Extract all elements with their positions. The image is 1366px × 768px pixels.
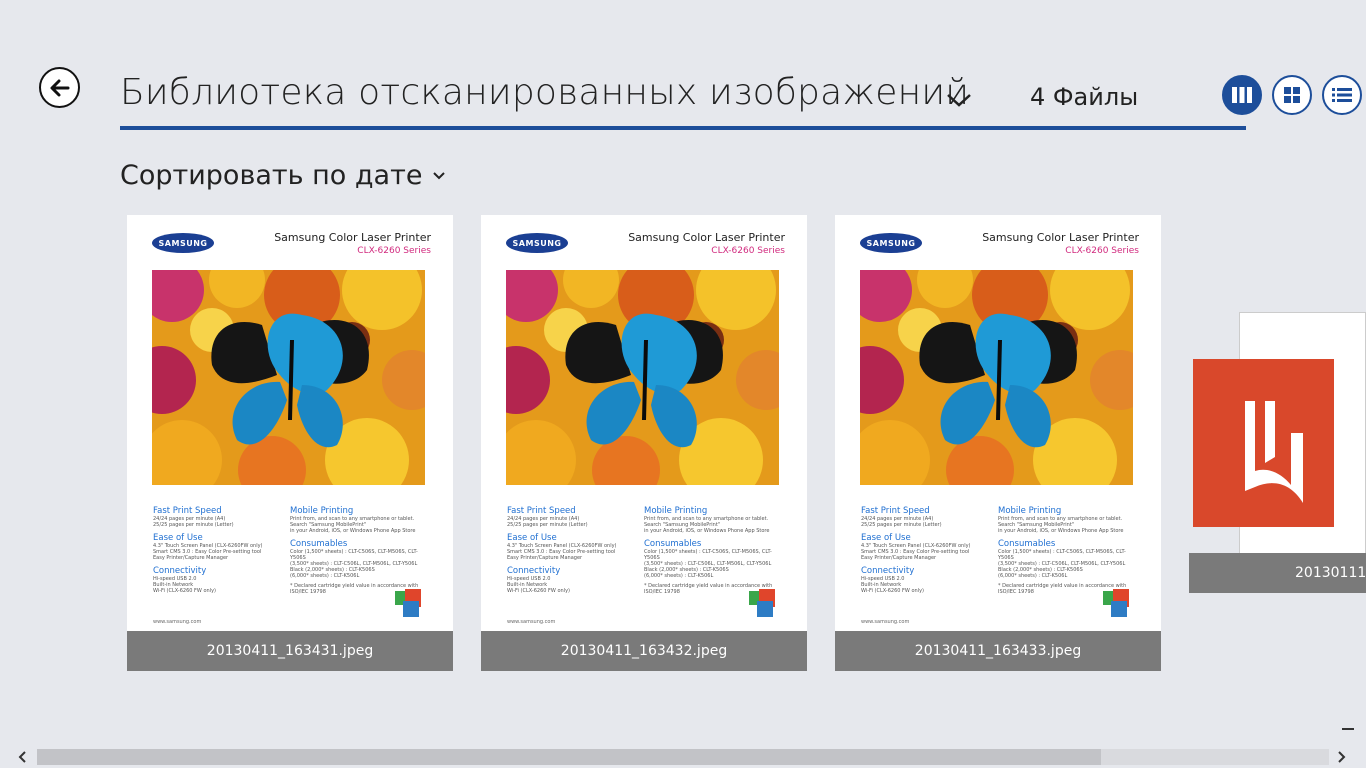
doc-left-column: Fast Print Speed 24/24 pages per minute (… bbox=[153, 506, 263, 594]
doc-series: CLX-6260 Series bbox=[711, 246, 785, 256]
horizontal-scrollbar[interactable] bbox=[0, 746, 1366, 768]
sort-label: Сортировать по дате bbox=[120, 160, 423, 191]
file-caption: 20130411_163433.jpeg bbox=[835, 631, 1161, 671]
color-badge-icon bbox=[395, 589, 421, 617]
document-preview: SAMSUNG Samsung Color Laser Printer CLX-… bbox=[127, 215, 453, 631]
color-badge-icon bbox=[749, 589, 775, 617]
doc-right-column: Mobile Printing Print from, and scan to a… bbox=[290, 506, 419, 595]
file-caption: 20130411_163432.jpeg bbox=[481, 631, 807, 671]
file-tile[interactable]: SAMSUNG Samsung Color Laser Printer CLX-… bbox=[835, 215, 1161, 671]
page-title: Библиотека отсканированных изображений bbox=[120, 72, 970, 113]
butterfly-photo bbox=[506, 270, 779, 485]
doc-website: www.samsung.com bbox=[861, 619, 910, 625]
minimize-dash[interactable] bbox=[1342, 728, 1354, 730]
list-icon bbox=[1332, 88, 1352, 102]
butterfly-photo bbox=[152, 270, 425, 485]
list-view-button[interactable] bbox=[1322, 75, 1362, 115]
file-tile[interactable]: SAMSUNG Samsung Color Laser Printer CLX-… bbox=[481, 215, 807, 671]
samsung-logo: SAMSUNG bbox=[860, 233, 922, 253]
file-caption: 20130411_163431.jpeg bbox=[127, 631, 453, 671]
document-preview: SAMSUNG Samsung Color Laser Printer CLX-… bbox=[481, 215, 807, 631]
scroll-right-icon[interactable] bbox=[1334, 750, 1348, 764]
doc-website: www.samsung.com bbox=[153, 619, 202, 625]
doc-right-column: Mobile Printing Print from, and scan to a… bbox=[998, 506, 1127, 595]
file-tile-pdf[interactable]: 20130111.P bbox=[1189, 312, 1366, 593]
doc-title: Samsung Color Laser Printer bbox=[274, 231, 431, 244]
color-badge-icon bbox=[1103, 589, 1129, 617]
butterfly-photo bbox=[860, 270, 1133, 485]
back-button[interactable] bbox=[39, 67, 80, 108]
doc-title: Samsung Color Laser Printer bbox=[628, 231, 785, 244]
doc-right-column: Mobile Printing Print from, and scan to a… bbox=[644, 506, 773, 595]
doc-left-column: Fast Print Speed 24/24 pages per minute (… bbox=[507, 506, 617, 594]
doc-website: www.samsung.com bbox=[507, 619, 556, 625]
columns-icon bbox=[1232, 87, 1252, 103]
grid-view-button[interactable] bbox=[1272, 75, 1312, 115]
header: Библиотека отсканированных изображений 4… bbox=[120, 66, 1246, 130]
scroll-thumb[interactable] bbox=[37, 749, 1101, 765]
doc-left-column: Fast Print Speed 24/24 pages per minute (… bbox=[861, 506, 971, 594]
file-caption: 20130111.P bbox=[1189, 553, 1366, 593]
sort-dropdown[interactable]: Сортировать по дате bbox=[120, 160, 446, 191]
file-count: 4 Файлы bbox=[1030, 83, 1139, 111]
chevron-down-icon bbox=[433, 171, 446, 179]
doc-series: CLX-6260 Series bbox=[357, 246, 431, 256]
samsung-logo: SAMSUNG bbox=[152, 233, 214, 253]
doc-title: Samsung Color Laser Printer bbox=[982, 231, 1139, 244]
columns-view-button[interactable] bbox=[1222, 75, 1262, 115]
back-arrow-icon bbox=[50, 79, 69, 96]
grid-icon bbox=[1284, 87, 1300, 103]
chevron-down-icon[interactable] bbox=[946, 92, 972, 108]
doc-series: CLX-6260 Series bbox=[1065, 246, 1139, 256]
file-tile[interactable]: SAMSUNG Samsung Color Laser Printer CLX-… bbox=[127, 215, 453, 671]
document-preview: SAMSUNG Samsung Color Laser Printer CLX-… bbox=[835, 215, 1161, 631]
samsung-logo: SAMSUNG bbox=[506, 233, 568, 253]
pdf-file-icon bbox=[1193, 359, 1334, 527]
scroll-left-icon[interactable] bbox=[16, 750, 30, 764]
